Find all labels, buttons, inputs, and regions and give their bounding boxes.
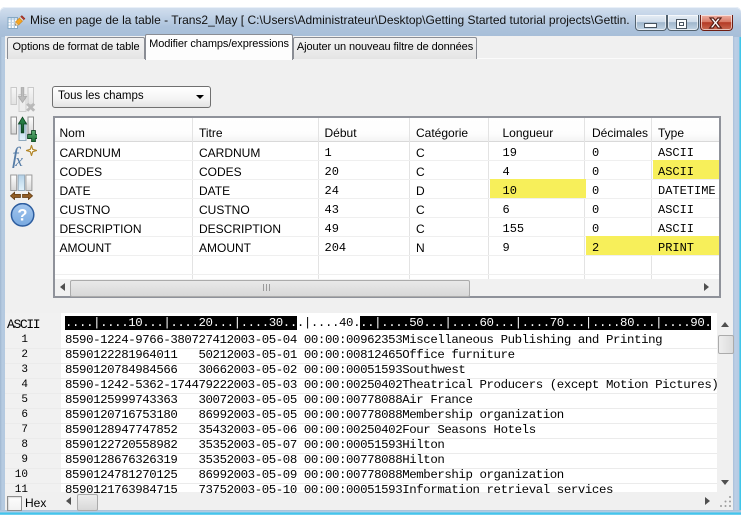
svg-text:?: ?	[17, 207, 27, 225]
